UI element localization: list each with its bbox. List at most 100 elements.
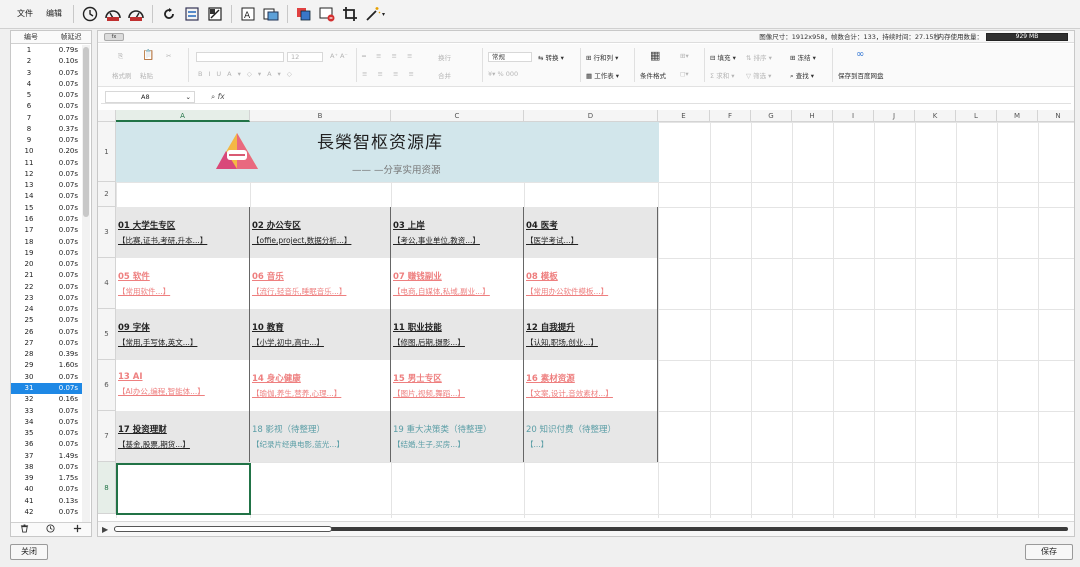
frame-row[interactable]: 21 0.07s (11, 270, 82, 281)
timeline-thumb[interactable] (114, 526, 332, 532)
frame-row[interactable]: 10 0.20s (11, 146, 82, 157)
speed-down-icon[interactable] (103, 4, 123, 24)
frame-row[interactable]: 36 0.07s (11, 439, 82, 450)
frame-delay: 0.07s (58, 507, 78, 516)
category-tags: 【常用软件...】 (118, 287, 171, 296)
frame-row[interactable]: 40 0.07s (11, 484, 82, 495)
crop-icon[interactable] (340, 4, 360, 24)
layers-icon[interactable] (294, 4, 314, 24)
frame-index: 39 (24, 474, 34, 483)
ribbon-separator (704, 48, 705, 82)
frame-row[interactable]: 16 0.07s (11, 214, 82, 225)
magic-wand-icon[interactable] (363, 4, 383, 24)
frame-delay: 0.79s (58, 46, 78, 54)
effects-badge[interactable]: fx (104, 33, 124, 41)
category-cell: 10 教育 【小学,初中,高中...】 (250, 309, 391, 360)
add-image-icon[interactable] (261, 4, 281, 24)
save-button[interactable]: 保存 (1025, 544, 1073, 560)
frame-delay: 0.07s (58, 248, 78, 257)
frame-index: 6 (26, 102, 32, 111)
row-header-7: 7 (98, 411, 116, 462)
reduce-frames-icon[interactable] (182, 4, 202, 24)
frame-row[interactable]: 30 0.07s (11, 372, 82, 383)
frame-row[interactable]: 41 0.13s (11, 496, 82, 507)
frame-row[interactable]: 11 0.07s (11, 158, 82, 169)
category-title: 15 男士专区 (393, 374, 442, 384)
ribbon-separator (634, 48, 635, 82)
frame-row[interactable]: 5 0.07s (11, 90, 82, 101)
speed-up-icon[interactable] (126, 4, 146, 24)
menu-toolbar: 文件 编辑 A ▾ (0, 0, 1080, 29)
add-frame-icon[interactable] (73, 524, 82, 535)
category-title: 11 职业技能 (393, 323, 442, 333)
frame-index: 8 (26, 124, 32, 133)
frame-row[interactable]: 32 0.16s (11, 394, 82, 405)
grid-line (116, 182, 1074, 183)
image-info: 图像尺寸：1912x958，帧数合计：133，持续时间：27.15秒 (759, 33, 940, 41)
frame-index: 7 (26, 113, 32, 122)
trash-icon[interactable] (20, 524, 29, 535)
frame-row[interactable]: 35 0.07s (11, 428, 82, 439)
toolbar-separator (287, 5, 288, 23)
menu-file[interactable]: 文件 (12, 4, 38, 24)
frame-row[interactable]: 37 1.49s (11, 451, 82, 462)
scrollbar-thumb[interactable] (83, 47, 89, 217)
frame-row[interactable]: 39 1.75s (11, 473, 82, 484)
add-text-icon[interactable]: A (238, 4, 258, 24)
frame-row[interactable]: 6 0.07s (11, 101, 82, 112)
frame-row[interactable]: 15 0.07s (11, 203, 82, 214)
frame-row[interactable]: 42 0.07s (11, 507, 82, 518)
frame-row[interactable]: 23 0.07s (11, 293, 82, 304)
frame-row[interactable]: 26 0.07s (11, 327, 82, 338)
frame-index: 3 (26, 68, 32, 77)
category-title: 02 办公专区 (252, 221, 301, 231)
frame-row[interactable]: 13 0.07s (11, 180, 82, 191)
frame-row[interactable]: 20 0.07s (11, 259, 82, 270)
frame-row[interactable]: 9 0.07s (11, 135, 82, 146)
frame-row[interactable]: 14 0.07s (11, 191, 82, 202)
find-label: ⌕ 查找 ▾ (790, 72, 815, 80)
play-icon[interactable]: ▶ (102, 525, 108, 534)
cell-name-box: A8 ⌄ (105, 91, 195, 103)
resize-icon[interactable] (205, 4, 225, 24)
frame-delay: 1.60s (58, 361, 78, 370)
clock-icon[interactable] (46, 524, 56, 535)
delete-frame-icon[interactable] (317, 4, 337, 24)
frame-row[interactable]: 19 0.07s (11, 248, 82, 259)
menu-edit[interactable]: 编辑 (41, 4, 67, 24)
dropdown-arrow-icon[interactable]: ▾ (382, 11, 385, 18)
frame-row[interactable]: 4 0.07s (11, 79, 82, 90)
frame-row[interactable]: 22 0.07s (11, 282, 82, 293)
frame-row[interactable]: 29 1.60s (11, 360, 82, 371)
category-cell: 17 投资理财 【基金,股票,期货...】 (116, 411, 250, 462)
clock-icon[interactable] (80, 4, 100, 24)
frame-row[interactable]: 3 0.07s (11, 68, 82, 79)
conditional-format-label: 条件格式 (640, 72, 666, 80)
frame-row[interactable]: 38 0.07s (11, 462, 82, 473)
frame-row[interactable]: 33 0.07s (11, 406, 82, 417)
frame-row[interactable]: 1 0.79s (11, 45, 82, 56)
close-button[interactable]: 关闭 (10, 544, 48, 560)
frame-row[interactable]: 31 0.07s (11, 382, 82, 395)
frame-row[interactable]: 8 0.37s (11, 124, 82, 135)
fx-label: fx (217, 92, 225, 101)
frame-row[interactable]: 18 0.07s (11, 237, 82, 248)
frame-list-actions (11, 522, 91, 536)
cell-ref: A8 (141, 93, 150, 101)
ribbon-separator (580, 48, 581, 82)
frame-row[interactable]: 7 0.07s (11, 113, 82, 124)
frame-row[interactable]: 34 0.07s (11, 417, 82, 428)
frame-index: 19 (24, 248, 34, 257)
category-tags: 【文案,设计,音效素材...】 (526, 389, 613, 398)
frame-index: 22 (24, 282, 34, 291)
category-tags: 【认知,职场,创业...】 (526, 338, 598, 347)
frame-row[interactable]: 25 0.07s (11, 315, 82, 326)
frame-list-scrollbar[interactable] (82, 45, 90, 523)
frame-row[interactable]: 24 0.07s (11, 304, 82, 315)
frame-row[interactable]: 28 0.39s (11, 349, 82, 360)
frame-row[interactable]: 2 0.10s (11, 56, 82, 67)
reverse-icon[interactable] (159, 4, 179, 24)
frame-row[interactable]: 12 0.07s (11, 169, 82, 180)
frame-row[interactable]: 17 0.07s (11, 225, 82, 236)
frame-row[interactable]: 27 0.07s (11, 338, 82, 349)
